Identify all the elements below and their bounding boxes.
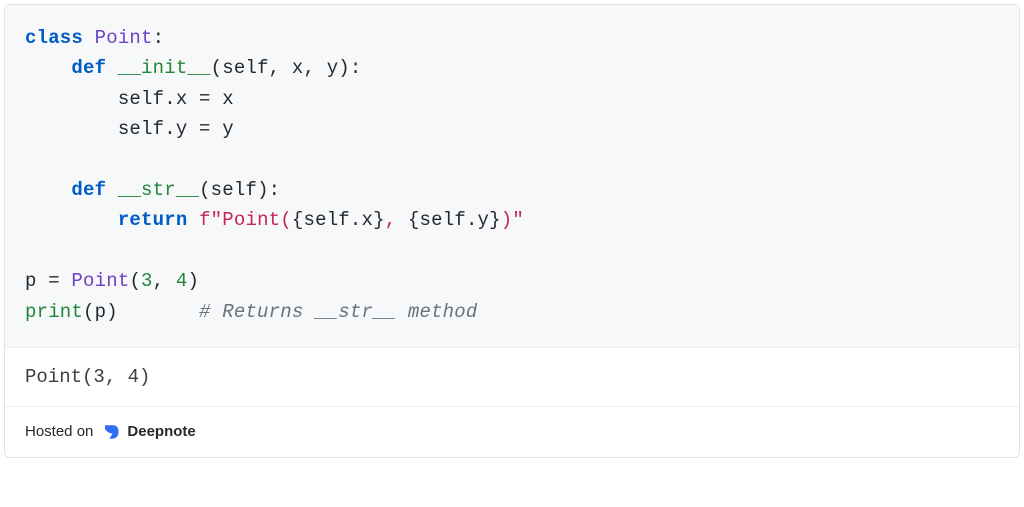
code-line-2: def __init__(self, x, y): [25, 57, 362, 79]
params: (self, x, y): [211, 57, 362, 79]
code-output: Point(3, 4) [5, 347, 1019, 406]
code-line-6: def __str__(self): [25, 179, 280, 201]
footer: Hosted on Deepnote [5, 406, 1019, 457]
params: (self): [199, 179, 280, 201]
code-line-7: return f"Point({self.x}, {self.y})" [25, 209, 524, 231]
code-line-3: self.x = x [25, 88, 234, 110]
keyword-def: def [71, 179, 106, 201]
brand-name[interactable]: Deepnote [127, 423, 195, 440]
colon: : [153, 27, 165, 49]
hosted-on-label: Hosted on [25, 423, 93, 440]
fstring-close: )" [501, 209, 524, 231]
class-ref: Point [71, 270, 129, 292]
fstring-open: f"Point( [199, 209, 292, 231]
fn-print: print [25, 301, 83, 323]
code-line-1: class Point: [25, 27, 164, 49]
code-line-4: self.y = y [25, 118, 234, 140]
comment: # Returns __str__ method [199, 301, 477, 323]
keyword-return: return [118, 209, 188, 231]
deepnote-icon [102, 423, 120, 441]
code-line-9: p = Point(3, 4) [25, 270, 199, 292]
fn-init: __init__ [118, 57, 211, 79]
output-text: Point(3, 4) [25, 366, 150, 388]
code-line-10: print(p) # Returns __str__ method [25, 301, 478, 323]
keyword-class: class [25, 27, 83, 49]
code-cell: class Point: def __init__(self, x, y): s… [4, 4, 1020, 458]
code-input: class Point: def __init__(self, x, y): s… [5, 5, 1019, 347]
keyword-def: def [71, 57, 106, 79]
fn-str: __str__ [118, 179, 199, 201]
class-name: Point [95, 27, 153, 49]
